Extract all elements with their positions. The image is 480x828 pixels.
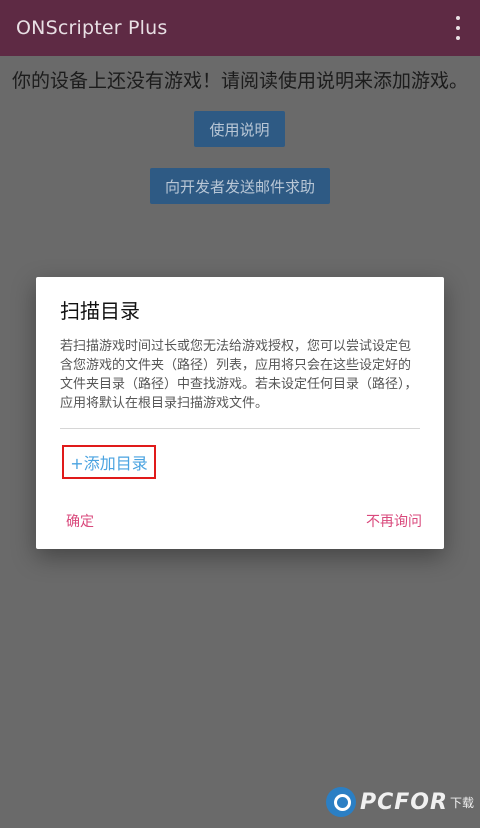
add-directory-button[interactable]: +添加目录 xyxy=(62,445,156,479)
dialog-message: 若扫描游戏时间过长或您无法给游戏授权，您可以尝试设定包含您游戏的文件夹（路径）列… xyxy=(60,339,418,411)
dialog-divider xyxy=(60,428,420,429)
never-ask-button[interactable]: 不再询问 xyxy=(366,511,422,531)
app-bar: ONScripter Plus xyxy=(0,0,480,56)
scan-directory-dialog: 扫描目录 若扫描游戏时间过长或您无法给游戏授权，您可以尝试设定包含您游戏的文件夹… xyxy=(36,277,444,549)
manual-button[interactable]: 使用说明 xyxy=(194,111,285,147)
watermark-sub: 下载 xyxy=(449,795,474,810)
watermark: PCFOR 下载 xyxy=(326,780,474,824)
watermark-brand: PCFOR xyxy=(360,789,448,815)
app-title: ONScripter Plus xyxy=(16,17,168,39)
email-developer-button[interactable]: 向开发者发送邮件求助 xyxy=(150,168,330,204)
dialog-title: 扫描目录 xyxy=(60,299,140,323)
watermark-logo-icon xyxy=(326,787,356,817)
empty-library-message: 你的设备上还没有游戏！请阅读使用说明来添加游戏。 xyxy=(11,70,468,92)
confirm-button[interactable]: 确定 xyxy=(66,511,94,531)
more-vert-icon[interactable] xyxy=(448,16,468,40)
